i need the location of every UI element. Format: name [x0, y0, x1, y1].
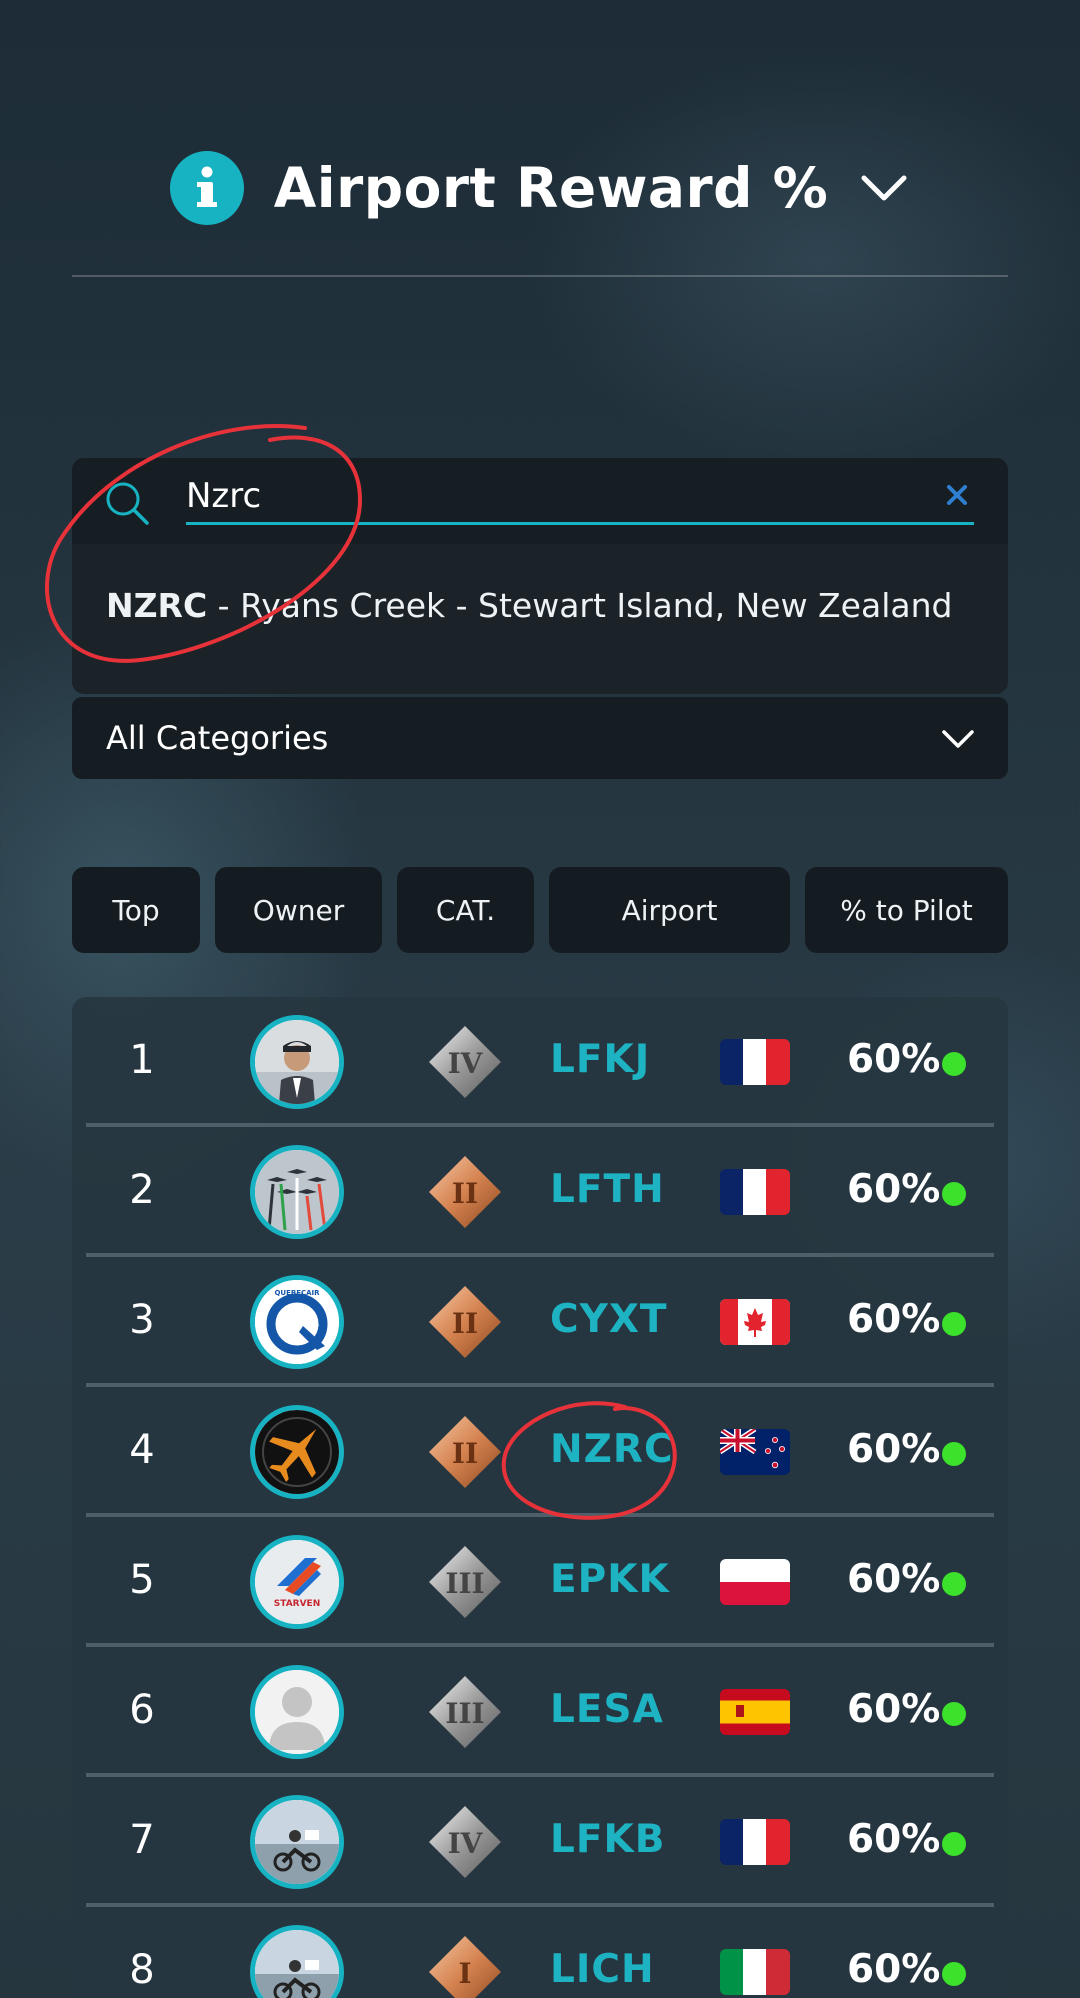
table-row[interactable]: 1 IV LFKJ 60%	[72, 997, 1008, 1127]
search-panel: NZRC - Ryans Creek - Stewart Island, New…	[72, 458, 1008, 694]
svg-text:STARVEN: STARVEN	[274, 1599, 320, 1609]
search-suggestion[interactable]: NZRC - Ryans Creek - Stewart Island, New…	[106, 586, 952, 625]
tab-owner[interactable]: Owner	[215, 867, 382, 953]
airport-code[interactable]: LFTH	[550, 1167, 665, 1212]
category-label: IV	[448, 1827, 484, 1860]
table-row[interactable]: 2 II LFTH 60%	[72, 1127, 1008, 1257]
avatar[interactable]	[250, 1015, 344, 1109]
rank-number: 5	[129, 1557, 155, 1603]
avatar[interactable]	[250, 1145, 344, 1239]
status-dot	[942, 1052, 966, 1076]
status-dot	[942, 1442, 966, 1466]
france-flag-icon	[720, 1039, 790, 1085]
avatar[interactable]	[250, 1925, 344, 1998]
rank-number: 1	[129, 1037, 155, 1083]
percent-to-pilot: 60%	[847, 1427, 941, 1472]
airport-code[interactable]: LESA	[550, 1687, 664, 1732]
category-label: III	[445, 1567, 484, 1600]
svg-text:QUEBECAIR: QUEBECAIR	[274, 1289, 320, 1297]
category-badge: II	[429, 1156, 501, 1228]
category-label: II	[452, 1437, 478, 1470]
percent-to-pilot: 60%	[847, 1817, 941, 1862]
percent-to-pilot: 60%	[847, 1947, 941, 1992]
airport-code[interactable]: EPKK	[550, 1557, 670, 1602]
rank-number: 3	[129, 1297, 155, 1343]
table-row[interactable]: 6 III LESA 60%	[72, 1647, 1008, 1777]
status-dot	[942, 1182, 966, 1206]
percent-to-pilot: 60%	[847, 1557, 941, 1602]
category-label: II	[452, 1177, 478, 1210]
rank-number: 6	[129, 1687, 155, 1733]
rank-number: 2	[129, 1167, 155, 1213]
airport-code[interactable]: LICH	[550, 1947, 655, 1992]
info-icon[interactable]	[169, 151, 244, 225]
rank-number: 7	[129, 1817, 155, 1863]
tab-category[interactable]: CAT.	[397, 867, 534, 953]
poland-flag-icon	[720, 1559, 790, 1605]
italy-flag-icon	[720, 1949, 790, 1995]
ranking-table: 1 IV LFKJ 60% 2 II LFTH 60% 3 QUEBECAIR …	[72, 997, 1008, 1998]
search-input[interactable]	[186, 476, 886, 516]
suggestion-text: - Ryans Creek - Stewart Island, New Zeal…	[207, 586, 953, 625]
page-header: Airport Reward %	[0, 150, 1080, 226]
airport-code[interactable]: LFKB	[550, 1817, 665, 1862]
airport-code[interactable]: CYXT	[550, 1297, 668, 1342]
rank-number: 4	[129, 1427, 155, 1473]
suggestion-code: NZRC	[106, 586, 208, 625]
table-row[interactable]: 3 QUEBECAIR II CYXT 60%	[72, 1257, 1008, 1387]
category-badge: IV	[429, 1026, 501, 1098]
category-badge: I	[429, 1936, 501, 1998]
category-label: II	[452, 1307, 478, 1340]
avatar[interactable]	[250, 1795, 344, 1889]
table-row[interactable]: 5 STARVEN III EPKK 60%	[72, 1517, 1008, 1647]
column-tabs: Top Owner CAT. Airport % to Pilot	[72, 867, 1008, 953]
category-badge: II	[429, 1286, 501, 1358]
tab-top[interactable]: Top	[72, 867, 200, 953]
page-title[interactable]: Airport Reward %	[274, 156, 829, 220]
close-icon[interactable]	[942, 480, 972, 510]
tab-percent-to-pilot[interactable]: % to Pilot	[805, 867, 1008, 953]
header-divider	[72, 275, 1008, 277]
category-label: III	[445, 1697, 484, 1730]
category-dropdown-label: All Categories	[106, 719, 329, 757]
category-dropdown[interactable]: All Categories	[72, 697, 1008, 779]
percent-to-pilot: 60%	[847, 1167, 941, 1212]
search-icon	[106, 482, 149, 525]
canada-flag-icon	[720, 1299, 790, 1345]
percent-to-pilot: 60%	[847, 1297, 941, 1342]
spain-flag-icon	[720, 1689, 790, 1735]
new-zealand-flag-icon	[720, 1429, 790, 1475]
table-row[interactable]: 8 I LICH 60%	[72, 1907, 1008, 1998]
category-label: I	[458, 1957, 471, 1990]
status-dot	[942, 1832, 966, 1856]
status-dot	[942, 1702, 966, 1726]
category-label: IV	[448, 1047, 484, 1080]
airport-code[interactable]: NZRC	[550, 1427, 674, 1472]
category-badge: II	[429, 1416, 501, 1488]
percent-to-pilot: 60%	[847, 1687, 941, 1732]
search-bar	[72, 458, 1008, 544]
table-row[interactable]: 7 IV LFKB 60%	[72, 1777, 1008, 1907]
avatar[interactable]	[250, 1665, 344, 1759]
category-badge: IV	[429, 1806, 501, 1878]
status-dot	[942, 1312, 966, 1336]
avatar[interactable]	[250, 1405, 344, 1499]
avatar[interactable]: STARVEN	[250, 1535, 344, 1629]
category-badge: III	[429, 1546, 501, 1618]
status-dot	[942, 1962, 966, 1986]
chevron-down-icon	[942, 730, 974, 748]
rank-number: 8	[129, 1947, 155, 1993]
airport-code[interactable]: LFKJ	[550, 1037, 650, 1082]
table-row[interactable]: 4 II NZRC 60%	[72, 1387, 1008, 1517]
status-dot	[942, 1572, 966, 1596]
france-flag-icon	[720, 1819, 790, 1865]
search-underline	[186, 522, 974, 525]
france-flag-icon	[720, 1169, 790, 1215]
category-badge: III	[429, 1676, 501, 1748]
avatar[interactable]: QUEBECAIR	[250, 1275, 344, 1369]
percent-to-pilot: 60%	[847, 1037, 941, 1082]
tab-airport[interactable]: Airport	[549, 867, 790, 953]
chevron-down-icon[interactable]	[858, 162, 910, 214]
